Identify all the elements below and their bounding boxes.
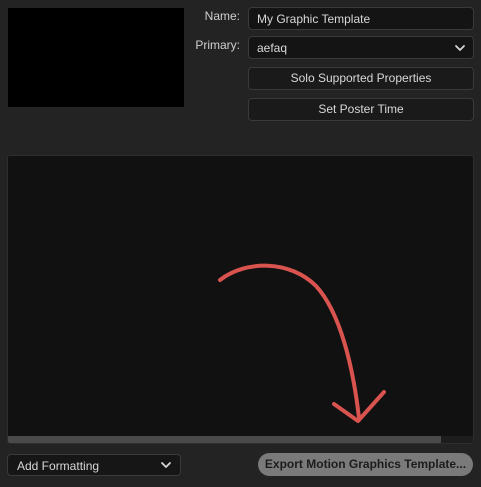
- horizontal-scrollbar[interactable]: [8, 436, 473, 443]
- essential-graphics-panel: [7, 155, 474, 444]
- scrollbar-thumb[interactable]: [8, 436, 441, 443]
- solo-supported-properties-button[interactable]: Solo Supported Properties: [248, 67, 474, 90]
- curved-arrow-icon: [218, 263, 386, 423]
- chevron-down-icon: [161, 462, 171, 468]
- name-field[interactable]: My Graphic Template: [248, 7, 474, 30]
- primary-dropdown-value: aefaq: [257, 41, 288, 55]
- set-poster-time-button[interactable]: Set Poster Time: [248, 98, 474, 121]
- poster-frame-preview: [8, 8, 184, 107]
- name-label: Name:: [204, 9, 240, 23]
- add-formatting-dropdown[interactable]: Add Formatting: [7, 454, 181, 476]
- primary-label: Primary:: [195, 38, 240, 52]
- chevron-down-icon: [455, 45, 465, 51]
- add-formatting-label: Add Formatting: [17, 459, 100, 473]
- export-motion-graphics-template-button[interactable]: Export Motion Graphics Template...: [258, 453, 473, 476]
- primary-dropdown[interactable]: aefaq: [248, 36, 474, 59]
